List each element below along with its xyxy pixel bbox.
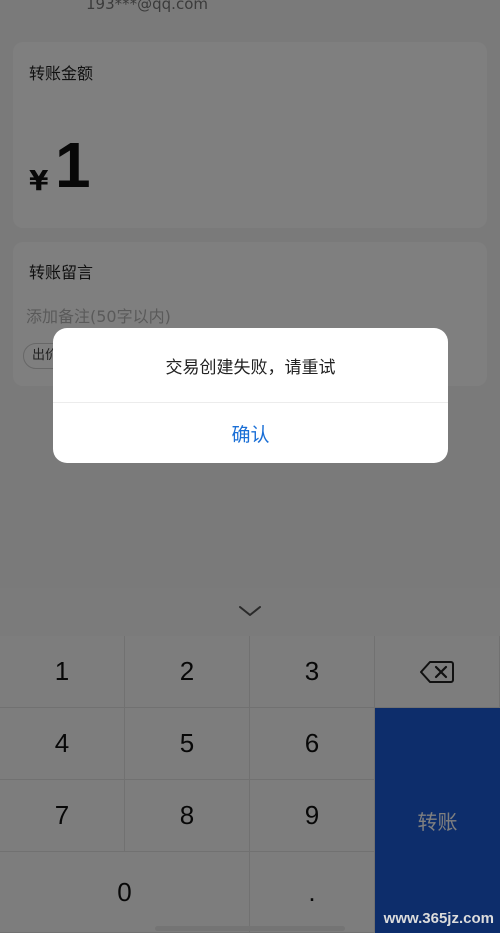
confirm-button[interactable]: 确认 xyxy=(53,403,448,463)
error-dialog: 交易创建失败，请重试 确认 xyxy=(53,328,448,463)
modal-overlay xyxy=(0,0,500,933)
dialog-message: 交易创建失败，请重试 xyxy=(165,357,336,378)
watermark: www.365jz.com xyxy=(383,910,494,927)
